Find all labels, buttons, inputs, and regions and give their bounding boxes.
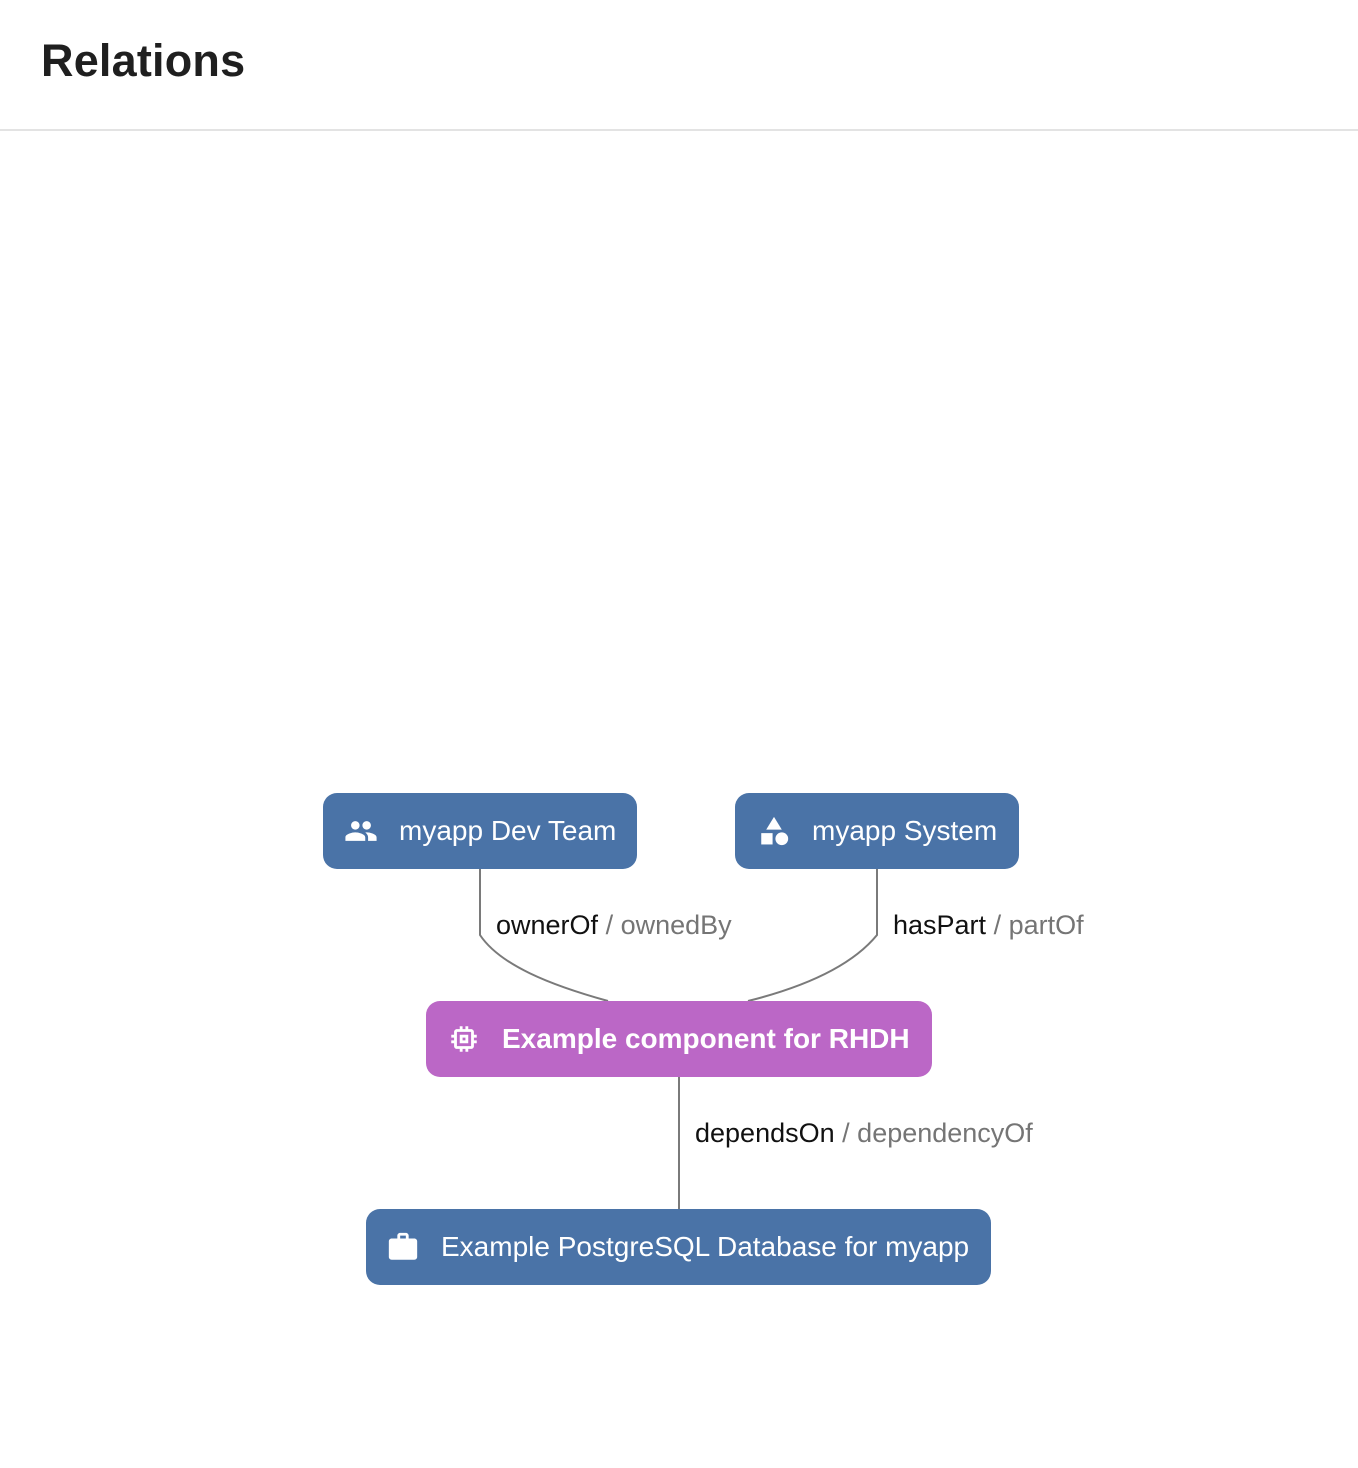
edge-system-to-component [747,868,878,1002]
edge-label-secondary: ownedBy [620,910,732,940]
category-shapes-icon [757,814,791,848]
edge-label-primary: ownerOf [496,910,599,940]
group-icon [344,814,378,848]
edge-label-part: hasPart / partOf [893,909,1084,941]
edge-label-separator: / [842,1118,850,1148]
page-header: Relations [0,0,1358,131]
edge-label-primary: dependsOn [695,1118,835,1148]
node-label: myapp System [812,815,998,846]
node-example-postgresql-database[interactable]: Example PostgreSQL Database for myapp [366,1209,991,1285]
node-myapp-dev-team[interactable]: myapp Dev Team [323,793,637,869]
edge-label-separator: / [993,910,1002,940]
node-label: myapp Dev Team [399,815,617,846]
memory-chip-icon [447,1022,481,1056]
node-example-component[interactable]: Example component for RHDH [426,1001,932,1077]
edge-label-secondary: partOf [1008,910,1084,940]
node-myapp-system[interactable]: myapp System [735,793,1019,869]
edge-label-secondary: dependencyOf [857,1118,1033,1148]
node-label: Example PostgreSQL Database for myapp [441,1231,970,1262]
edge-label-primary: hasPart [893,910,987,940]
edge-label-depends: dependsOn / dependencyOf [695,1117,1033,1149]
edge-label-separator: / [605,910,614,940]
node-label: Example component for RHDH [502,1023,910,1054]
page-title: Relations [41,35,246,86]
edge-label-owner: ownerOf / ownedBy [496,909,732,941]
briefcase-icon [386,1230,420,1264]
